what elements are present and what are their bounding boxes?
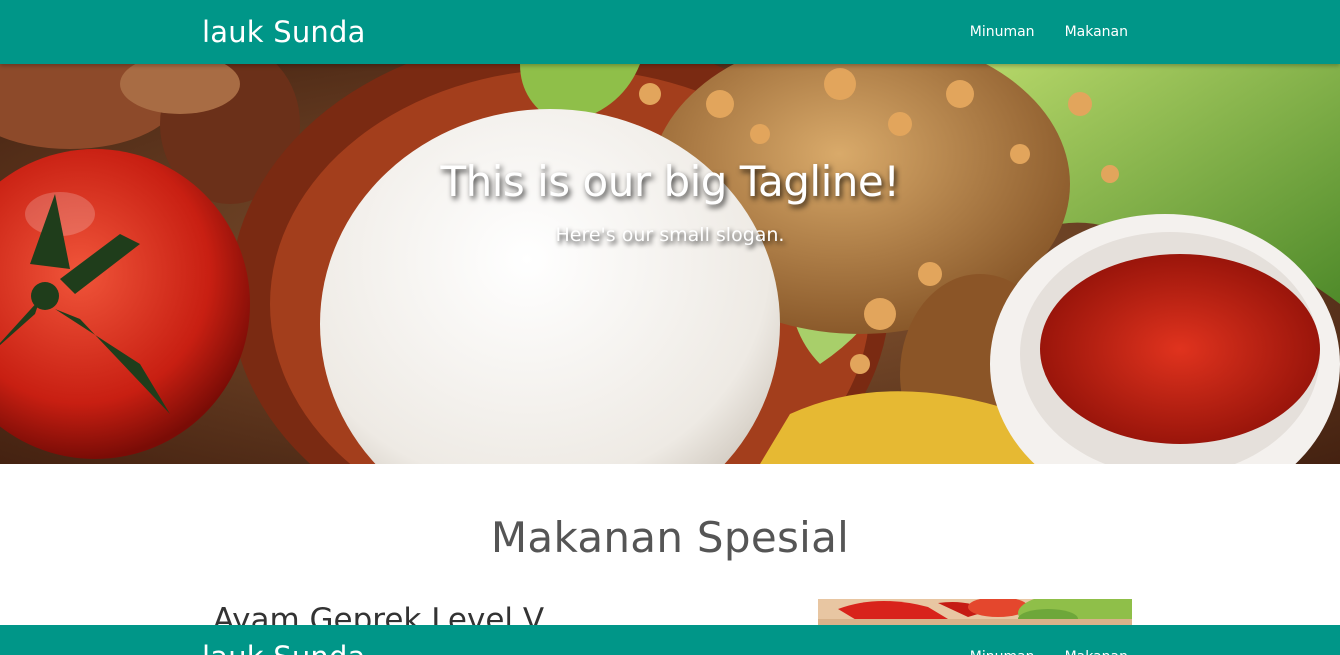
section-title: Makanan Spesial <box>490 513 850 562</box>
footer-nav-links: Minuman Makanan <box>970 647 1128 655</box>
footer-link-makanan[interactable]: Makanan <box>1065 647 1128 655</box>
hero-tagline: This is our big Tagline! <box>440 157 900 206</box>
nav-link-makanan[interactable]: Makanan <box>1065 22 1128 42</box>
hero-banner: This is our big Tagline! Here's our smal… <box>0 64 1340 464</box>
bottom-navbar: lauk Sunda Minuman Makanan <box>0 625 1340 655</box>
nav-links: Minuman Makanan <box>970 22 1128 42</box>
nav-link-minuman[interactable]: Minuman <box>970 22 1035 42</box>
hero-slogan: Here's our small slogan. <box>555 224 785 246</box>
footer-link-minuman[interactable]: Minuman <box>970 647 1035 655</box>
footer-brand-link[interactable]: lauk Sunda <box>202 639 366 655</box>
hero-food-image <box>0 64 1340 464</box>
top-navbar: lauk Sunda Minuman Makanan <box>0 0 1340 64</box>
brand-logo-link[interactable]: lauk Sunda <box>202 14 366 50</box>
